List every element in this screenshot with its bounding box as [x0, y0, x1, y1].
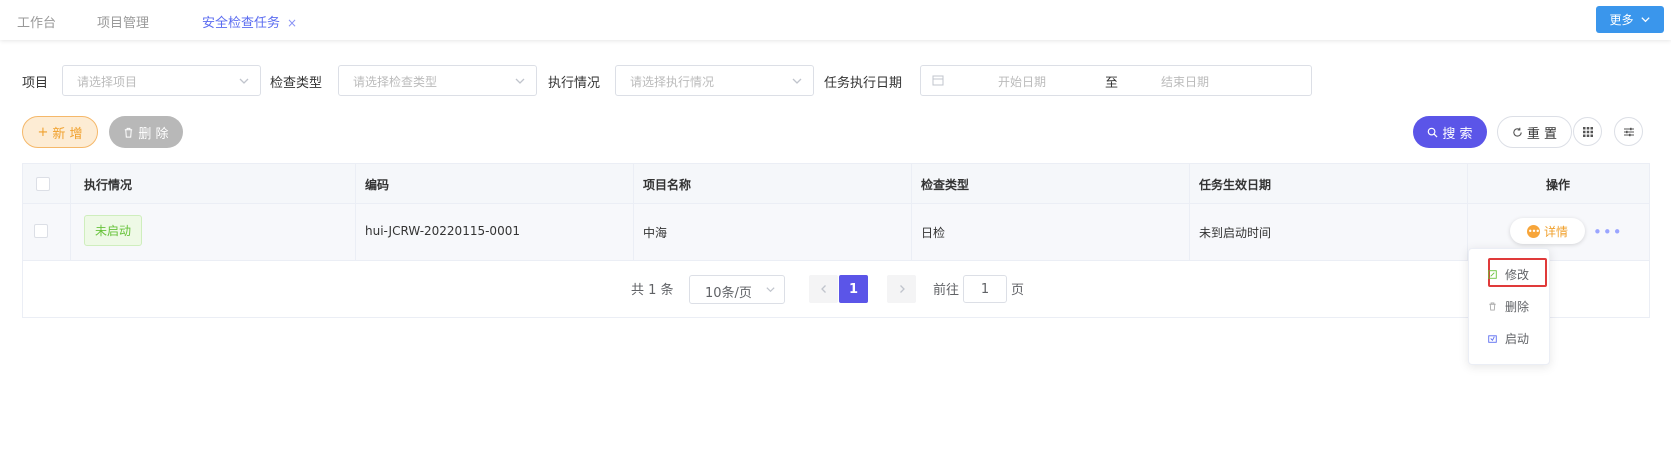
chevron-down-icon	[1640, 17, 1650, 23]
page-size-select[interactable]: 10条/页	[689, 275, 785, 304]
check-type-select-placeholder: 请选择检查类型	[353, 75, 438, 89]
page-suffix-label: 页	[1011, 283, 1025, 298]
calendar-icon	[932, 75, 944, 86]
prev-page-button[interactable]	[809, 275, 838, 303]
more-circle-icon: •••	[1526, 224, 1540, 238]
plus-icon: +	[37, 124, 49, 140]
task-date-label: 任务执行日期	[824, 76, 903, 91]
row-check-type: 日检	[921, 226, 946, 240]
trash-icon	[125, 127, 133, 138]
detail-button-label: 详情	[1543, 224, 1568, 239]
check-type-label: 检查类型	[270, 76, 323, 91]
menu-item-edit[interactable]: 修改	[1488, 266, 1529, 283]
goto-page-input[interactable]: 1	[963, 275, 1007, 303]
column-header: 任务生效日期	[1199, 178, 1272, 192]
row-actions-dropdown: 修改 删除 启动	[1468, 248, 1550, 365]
search-button-label: 搜 索	[1442, 126, 1473, 142]
column-header: 操作	[1546, 178, 1571, 192]
column-settings-button[interactable]	[1573, 117, 1602, 146]
column-divider	[633, 164, 634, 261]
select-all-checkbox[interactable]	[36, 177, 50, 191]
chevron-down-icon	[766, 287, 775, 293]
chevron-right-icon	[899, 285, 905, 293]
tab-workbench[interactable]: 工作台	[17, 12, 56, 31]
task-table: 执行情况 编码 项目名称 检查类型 任务生效日期 操作 未启动 hui-JCRW…	[22, 163, 1650, 318]
batch-delete-button[interactable]: 删 除	[109, 116, 183, 148]
row-checkbox[interactable]	[34, 224, 48, 238]
batch-delete-button-label: 删 除	[138, 126, 169, 142]
grid-icon	[1582, 126, 1593, 137]
tab-bar: 工作台 项目管理 安全检查任务 × 更多	[0, 0, 1671, 40]
filter-settings-button[interactable]	[1614, 117, 1643, 146]
column-header: 检查类型	[921, 178, 970, 192]
search-button[interactable]: 搜 索	[1413, 116, 1487, 148]
chevron-down-icon	[239, 78, 249, 84]
more-button[interactable]: 更多	[1596, 6, 1664, 33]
start-date-input[interactable]: 开始日期	[998, 73, 1046, 90]
goto-label: 前往	[933, 283, 960, 298]
more-button-label: 更多	[1609, 13, 1634, 27]
search-icon	[1428, 127, 1438, 138]
table-row: 未启动 hui-JCRW-20220115-0001 中海 日检 未到启动时间 …	[23, 204, 1649, 261]
pagination-total: 共 1 条	[631, 283, 674, 298]
launch-icon	[1488, 335, 1497, 343]
project-label: 项目	[22, 76, 49, 91]
project-select-placeholder: 请选择项目	[77, 75, 138, 89]
reset-button-label: 重 置	[1526, 126, 1558, 142]
column-divider	[70, 164, 71, 261]
menu-item-delete[interactable]: 删除	[1488, 298, 1529, 315]
column-divider	[1189, 164, 1190, 261]
menu-item-start-label: 启动	[1505, 332, 1530, 346]
add-button[interactable]: + 新 增	[22, 116, 98, 148]
exec-status-select-placeholder: 请选择执行情况	[630, 75, 715, 89]
page-number-1[interactable]: 1	[839, 275, 868, 303]
row-effective-date: 未到启动时间	[1199, 226, 1272, 240]
edit-icon	[1488, 270, 1497, 279]
next-page-button[interactable]	[887, 275, 916, 303]
page-size-value: 10条/页	[705, 286, 752, 301]
menu-item-delete-label: 删除	[1505, 300, 1530, 314]
reset-button[interactable]: 重 置	[1497, 116, 1572, 148]
add-button-label: 新 增	[52, 126, 83, 142]
tab-project-management[interactable]: 项目管理	[97, 12, 149, 31]
tab-safety-check-task-label: 安全检查任务	[202, 16, 281, 31]
column-header: 执行情况	[84, 178, 133, 192]
date-separator: 至	[1105, 76, 1119, 91]
status-badge: 未启动	[84, 215, 142, 246]
chevron-left-icon	[820, 285, 826, 293]
more-actions-icon[interactable]: •••	[1593, 223, 1623, 241]
check-type-select[interactable]: 请选择检查类型	[338, 65, 537, 96]
refresh-icon	[1513, 127, 1522, 137]
menu-item-start[interactable]: 启动	[1488, 330, 1529, 347]
tab-safety-check-task[interactable]: 安全检查任务 ×	[202, 12, 297, 31]
date-range-picker[interactable]: 开始日期 至 结束日期	[920, 65, 1312, 96]
column-divider	[911, 164, 912, 261]
row-code: hui-JCRW-20220115-0001	[365, 224, 520, 238]
menu-item-edit-label: 修改	[1505, 268, 1530, 282]
detail-button[interactable]: ••• 详情	[1510, 218, 1585, 244]
exec-status-select[interactable]: 请选择执行情况	[615, 65, 814, 96]
trash-icon	[1489, 302, 1496, 311]
end-date-input[interactable]: 结束日期	[1161, 73, 1209, 90]
row-project-name: 中海	[643, 226, 668, 240]
sliders-icon	[1623, 127, 1634, 136]
close-icon[interactable]: ×	[287, 16, 297, 30]
chevron-down-icon	[515, 78, 525, 84]
project-select[interactable]: 请选择项目	[62, 65, 261, 96]
table-header: 执行情况 编码 项目名称 检查类型 任务生效日期 操作	[23, 164, 1649, 204]
column-divider	[355, 164, 356, 261]
column-header: 项目名称	[643, 178, 692, 192]
exec-status-label: 执行情况	[548, 76, 601, 91]
column-divider	[1467, 164, 1468, 261]
chevron-down-icon	[792, 78, 802, 84]
column-header: 编码	[365, 178, 390, 192]
